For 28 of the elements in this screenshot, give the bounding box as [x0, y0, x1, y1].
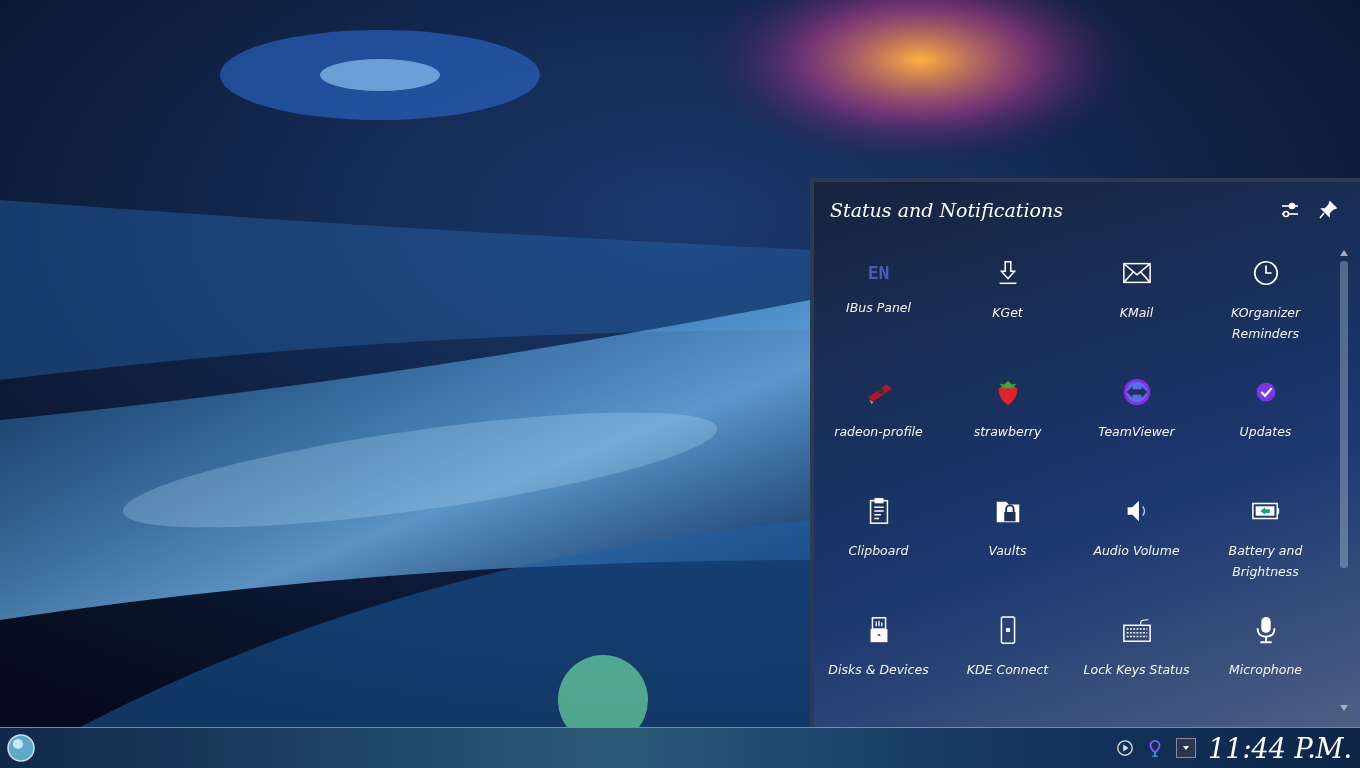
tray-item[interactable]: Battery and Brightness [1201, 486, 1330, 605]
tray-item[interactable]: EN IBus Panel [814, 248, 943, 367]
tray-item[interactable]: Disks & Devices [814, 605, 943, 724]
play-icon[interactable] [1116, 739, 1135, 757]
scroll-down-icon[interactable] [1339, 703, 1349, 713]
expand-tray-button[interactable] [1176, 738, 1197, 758]
panel-title: Status and Notifications [830, 199, 1064, 221]
clock: 11:44 P.M. [1208, 732, 1352, 764]
language-icon: EN [867, 262, 890, 283]
start-menu-icon[interactable] [6, 733, 36, 763]
tray-item[interactable]: strawberry [943, 367, 1072, 486]
tray-item[interactable]: KMail [1072, 248, 1201, 367]
pin-icon[interactable] [1318, 200, 1338, 220]
tray-item[interactable]: Audio Volume [1072, 486, 1201, 605]
scroll-up-icon[interactable] [1339, 248, 1349, 258]
tray-item[interactable]: TeamViewer [1072, 367, 1201, 486]
scrollbar-thumb[interactable] [1340, 261, 1348, 569]
tray-item[interactable]: Updates [1201, 367, 1330, 486]
tray-item[interactable]: Microphone [1201, 605, 1330, 724]
tray-item[interactable]: KGet [943, 248, 1072, 367]
tray-item[interactable]: KDE Connect [943, 605, 1072, 724]
tray-item[interactable]: Lock Keys Status [1072, 605, 1201, 724]
settings-icon[interactable] [1280, 200, 1300, 220]
tray-item[interactable]: KOrganizer Reminders [1201, 248, 1330, 367]
arrows-icon [1121, 377, 1152, 407]
tray-item[interactable]: Vaults [943, 486, 1072, 605]
tray-item[interactable]: Clipboard [814, 486, 943, 605]
tray-item[interactable]: radeon-profile [814, 367, 943, 486]
